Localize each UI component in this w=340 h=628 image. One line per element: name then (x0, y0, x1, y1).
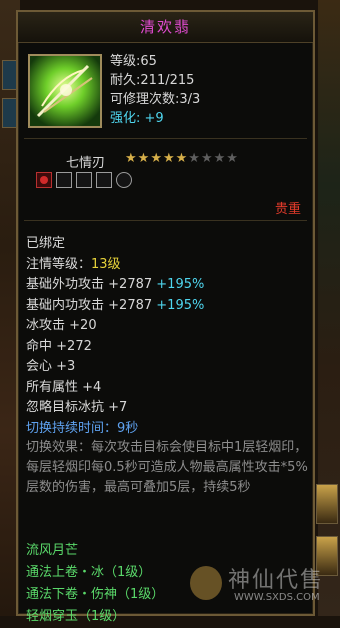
star-filled-icon: ★ (162, 151, 175, 166)
divider (24, 138, 307, 139)
gem-name: 七情刃 (66, 156, 106, 171)
set-name: 流风月芒 (26, 543, 79, 558)
gem-socket-empty[interactable] (96, 172, 112, 188)
bound-status: 已绑定 (26, 236, 66, 251)
divider (24, 220, 307, 221)
tooltip-title-bar: 清欢翡 (18, 12, 313, 43)
attribute-row: 冰攻击 +20 (26, 318, 97, 333)
watermark-brand: 神仙代售 (228, 568, 325, 593)
mascot-logo-icon (190, 566, 222, 600)
star-rating: ★ ★ ★ ★ ★ ★ ★ ★ ★ (125, 150, 238, 167)
star-filled-icon: ★ (150, 151, 162, 166)
gem-socket-empty[interactable] (56, 172, 72, 188)
switch-effect-description: 切换效果：每次攻击目标会使目标中1层轻烟印，每层轻烟印每0.5秒可造成人物最高属… (26, 440, 308, 495)
item-name: 清欢翡 (139, 18, 191, 36)
star-empty-icon: ★ (226, 151, 238, 166)
attribute-row: 命中 +272 (26, 338, 92, 354)
switch-duration-row: 切换持续时间：9秒 (26, 420, 139, 436)
attribute-row: 基础内功攻击 +2787 +195% (26, 297, 205, 313)
watermark: 神仙代售 WWW.SXDS.COM (188, 562, 338, 612)
star-empty-icon: ★ (213, 151, 226, 166)
set-item: 通法上卷・冰（1级） (26, 565, 152, 580)
attribute-row: 基础外功攻击 +2787 +195% (26, 277, 205, 292)
gem-socket-filled[interactable] (36, 172, 52, 188)
star-filled-icon: ★ (125, 151, 137, 166)
green-fan-weapon-icon (30, 56, 100, 126)
set-item: 轻烟穿玉（1级） (26, 609, 126, 624)
gem-socket-round[interactable] (116, 172, 132, 188)
attribute-row: 所有属性 +4 (26, 379, 102, 395)
attribute-row: 会心 +3 (26, 359, 76, 374)
set-bonus-section: 流风月芒 通法上卷・冰（1级） 通法下卷・伤神（1级） 轻烟穿玉（1级） (26, 540, 164, 628)
watermark-url: WWW.SXDS.COM (234, 592, 320, 603)
gem-socket-row (36, 172, 132, 188)
star-empty-icon: ★ (200, 151, 213, 166)
gem-socket-empty[interactable] (76, 172, 92, 188)
side-item-slot-icon[interactable] (316, 484, 338, 524)
set-item: 通法下卷・伤神（1级） (26, 587, 165, 602)
item-icon-frame (28, 54, 102, 128)
affection-level-row: 注情等级：13级 (26, 256, 121, 272)
level-row: 等级:65 (110, 54, 157, 69)
item-attributes: 已绑定 注情等级：13级 基础外功攻击 +2787 +195% 基础内功攻击 +… (26, 234, 204, 439)
item-tooltip-panel: 清欢翡 等级:65 耐久:211/215 可修理次数:3/3 强化: +9 七情… (16, 10, 315, 624)
attribute-row: 忽略目标冰抗 +7 (26, 400, 128, 415)
repair-count-row: 可修理次数:3/3 (110, 92, 201, 107)
durability-row: 耐久:211/215 (110, 73, 195, 88)
star-empty-icon: ★ (188, 151, 200, 166)
enhance-row: 强化: +9 (110, 111, 164, 126)
star-filled-icon: ★ (175, 151, 188, 166)
star-filled-icon: ★ (137, 151, 150, 166)
rarity-label: 贵重 (274, 202, 301, 217)
item-basic-stats: 等级:65 耐久:211/215 可修理次数:3/3 强化: +9 (110, 52, 200, 128)
